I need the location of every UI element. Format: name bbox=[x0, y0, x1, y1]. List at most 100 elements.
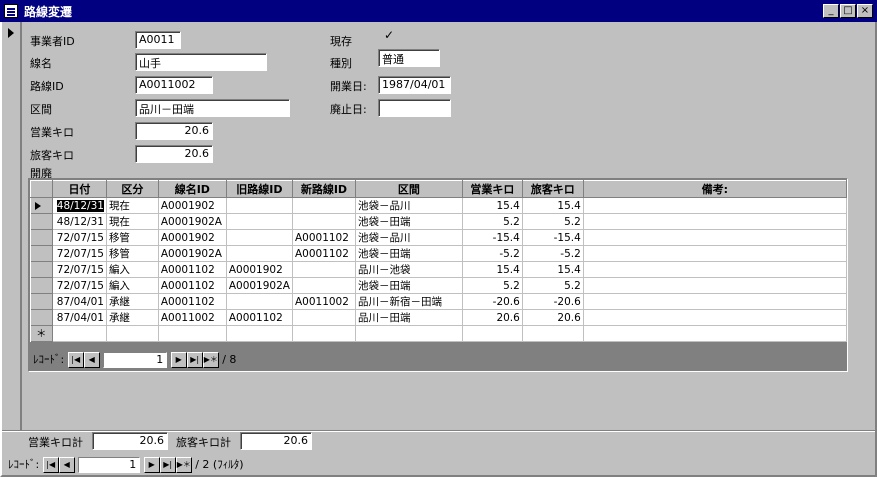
table-cell[interactable] bbox=[106, 325, 159, 342]
table-cell[interactable]: A0001902 bbox=[158, 229, 227, 246]
table-cell[interactable]: 移管 bbox=[106, 245, 159, 262]
table-cell[interactable] bbox=[292, 197, 356, 214]
table-cell[interactable]: A0011002 bbox=[158, 309, 227, 326]
minimize-button[interactable]: _ bbox=[823, 4, 839, 18]
table-cell[interactable] bbox=[52, 325, 107, 342]
table-cell[interactable]: 20.6 bbox=[522, 309, 584, 326]
table-cell[interactable] bbox=[583, 213, 848, 230]
table-row[interactable]: 72/07/15 移管 A0001902 A0001102 池袋－品川 -15.4 -15.… bbox=[30, 229, 848, 246]
table-cell[interactable]: A0001102 bbox=[158, 277, 227, 294]
table-cell[interactable]: A0011002 bbox=[292, 293, 356, 310]
column-header[interactable]: 備考: bbox=[582, 180, 848, 198]
table-cell[interactable]: -15.4 bbox=[462, 229, 523, 246]
table-cell[interactable]: 48/12/31 bbox=[52, 197, 107, 214]
table-cell[interactable]: -20.6 bbox=[522, 293, 584, 310]
table-cell[interactable]: A0001102 bbox=[158, 261, 227, 278]
table-cell[interactable] bbox=[583, 245, 848, 262]
table-cell[interactable]: 72/07/15 bbox=[52, 229, 107, 246]
table-cell[interactable]: -20.6 bbox=[462, 293, 523, 310]
row-selector[interactable] bbox=[30, 293, 53, 310]
row-selector[interactable] bbox=[30, 197, 53, 214]
maximize-button[interactable]: □ bbox=[840, 4, 856, 18]
table-cell[interactable]: 72/07/15 bbox=[52, 261, 107, 278]
table-cell[interactable] bbox=[583, 293, 848, 310]
table-cell[interactable] bbox=[583, 277, 848, 294]
new-record-marker[interactable]: ＊ bbox=[30, 325, 53, 342]
table-cell[interactable]: A0001902A bbox=[226, 277, 293, 294]
table-cell[interactable]: 池袋－田端 bbox=[355, 277, 463, 294]
line-name-field[interactable]: 山手 bbox=[135, 53, 267, 71]
table-row[interactable]: 87/04/01 承継 A0001102 A0011002 品川－新宿－田端 -20.6-… bbox=[30, 293, 848, 310]
row-selector[interactable] bbox=[30, 261, 53, 278]
op-km-field[interactable]: 20.6 bbox=[135, 122, 213, 140]
current-checkbox[interactable]: ✓ bbox=[384, 29, 396, 42]
table-cell[interactable] bbox=[226, 245, 293, 262]
open-date-field[interactable]: 1987/04/01 bbox=[378, 76, 451, 94]
row-selector[interactable] bbox=[30, 213, 53, 230]
table-cell[interactable] bbox=[226, 197, 293, 214]
table-cell[interactable] bbox=[226, 229, 293, 246]
pass-km-total-field[interactable]: 20.6 bbox=[240, 432, 312, 450]
table-cell[interactable]: 87/04/01 bbox=[52, 309, 107, 326]
subform-prev-record-button[interactable]: ◀ bbox=[83, 352, 100, 368]
main-new-record-button[interactable]: ▶＊ bbox=[175, 457, 192, 473]
table-cell[interactable] bbox=[226, 213, 293, 230]
header-selector[interactable] bbox=[30, 180, 53, 198]
column-header[interactable]: 旅客キロ bbox=[521, 180, 584, 198]
table-cell[interactable] bbox=[355, 325, 463, 342]
table-cell[interactable] bbox=[462, 325, 523, 342]
table-cell[interactable]: 池袋－品川 bbox=[355, 229, 463, 246]
main-next-record-button[interactable]: ▶ bbox=[143, 457, 160, 473]
table-cell[interactable]: 48/12/31 bbox=[52, 213, 107, 230]
form-icon[interactable] bbox=[4, 4, 18, 18]
table-cell[interactable]: 87/04/01 bbox=[52, 293, 107, 310]
table-cell[interactable]: 15.4 bbox=[522, 197, 584, 214]
table-row[interactable]: 48/12/31 現在 A0001902 池袋－品川 15.4 15.4 bbox=[30, 197, 848, 214]
table-cell[interactable]: A0001902A bbox=[158, 213, 227, 230]
table-cell[interactable]: 5.2 bbox=[522, 277, 584, 294]
table-cell[interactable] bbox=[583, 197, 848, 214]
table-cell[interactable] bbox=[226, 325, 293, 342]
table-row[interactable]: 87/04/01 承継 A0011002 A0001102 品川－田端 20.6 20.6 bbox=[30, 309, 848, 326]
table-cell[interactable] bbox=[158, 325, 227, 342]
table-cell[interactable]: 編入 bbox=[106, 277, 159, 294]
record-selector[interactable] bbox=[2, 22, 22, 430]
row-selector[interactable] bbox=[30, 277, 53, 294]
history-subform[interactable]: 日付 区分 線名ID 旧路線ID 新路線ID 区間 営業キロ 旅客キロ 備考: … bbox=[28, 178, 848, 372]
table-cell[interactable]: A0001102 bbox=[292, 245, 356, 262]
table-cell[interactable]: -5.2 bbox=[522, 245, 584, 262]
column-header[interactable]: 線名ID bbox=[157, 180, 227, 198]
table-cell[interactable]: 20.6 bbox=[462, 309, 523, 326]
table-cell[interactable] bbox=[292, 277, 356, 294]
close-date-field[interactable] bbox=[378, 99, 451, 117]
table-cell[interactable]: A0001902 bbox=[226, 261, 293, 278]
table-cell[interactable] bbox=[292, 213, 356, 230]
route-id-field[interactable]: A0011002 bbox=[135, 76, 213, 94]
column-header[interactable]: 区分 bbox=[105, 180, 159, 198]
table-row[interactable]: 72/07/15 編入 A0001102 A0001902 品川－池袋 15.4 15.4 bbox=[30, 261, 848, 278]
table-cell[interactable]: 池袋－田端 bbox=[355, 213, 463, 230]
operator-id-field[interactable]: A0011 bbox=[135, 31, 181, 49]
main-last-record-button[interactable]: ▶| bbox=[159, 457, 176, 473]
table-cell[interactable] bbox=[583, 229, 848, 246]
table-cell[interactable]: A0001902 bbox=[158, 197, 227, 214]
table-row[interactable]: 72/07/15 編入 A0001102 A0001902A 池袋－田端 5.2 5.2 bbox=[30, 277, 848, 294]
table-cell[interactable]: -5.2 bbox=[462, 245, 523, 262]
table-cell[interactable]: A0001102 bbox=[226, 309, 293, 326]
close-button[interactable]: × bbox=[857, 4, 873, 18]
pass-km-field[interactable]: 20.6 bbox=[135, 145, 213, 163]
table-cell[interactable]: 品川－新宿－田端 bbox=[355, 293, 463, 310]
type-field[interactable]: 普通 bbox=[378, 49, 440, 67]
column-header[interactable]: 旧路線ID bbox=[225, 180, 293, 198]
subform-next-record-button[interactable]: ▶ bbox=[170, 352, 187, 368]
table-cell[interactable] bbox=[292, 261, 356, 278]
table-cell[interactable]: 現在 bbox=[106, 197, 159, 214]
table-cell[interactable]: A0001902A bbox=[158, 245, 227, 262]
table-cell[interactable]: 現在 bbox=[106, 213, 159, 230]
row-selector[interactable] bbox=[30, 229, 53, 246]
column-header[interactable]: 新路線ID bbox=[291, 180, 356, 198]
history-datasheet[interactable]: 日付 区分 線名ID 旧路線ID 新路線ID 区間 営業キロ 旅客キロ 備考: … bbox=[30, 180, 848, 342]
subform-record-number-input[interactable]: 1 bbox=[103, 352, 168, 368]
column-header[interactable]: 営業キロ bbox=[461, 180, 523, 198]
table-cell[interactable]: 15.4 bbox=[522, 261, 584, 278]
